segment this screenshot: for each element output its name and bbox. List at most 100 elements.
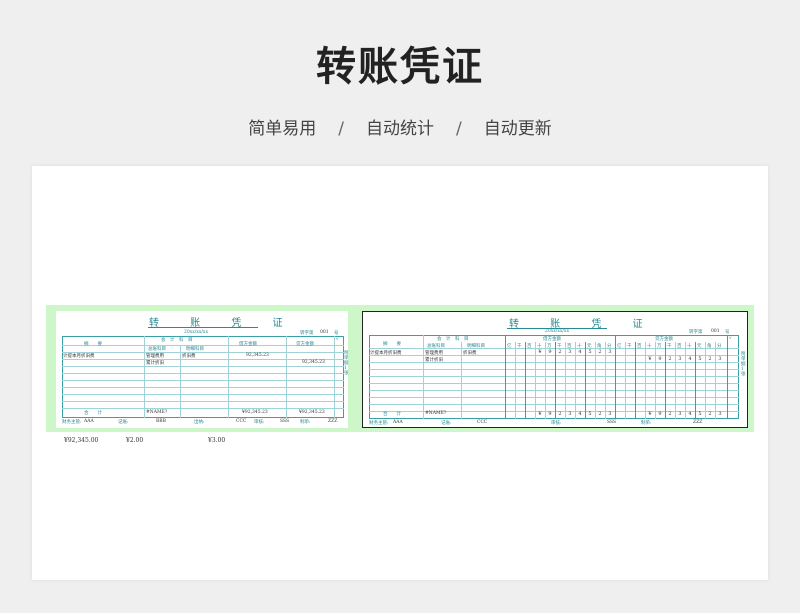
digit-header: 百 [527,344,532,349]
digit-column-line [695,342,696,419]
sign-cashier-label: 出纳: [194,420,205,425]
amount-digit: 3 [718,356,722,362]
total-words: #NAME? [146,410,168,415]
sign-maker: ZZZ [693,420,703,425]
total-debit: ¥92,345.23 [242,410,268,415]
voucher-grid: 转 账 凭 证 20xx/xx/xx 转字第 001 号 摘 要 会 计 科 目… [362,311,748,428]
total-words: #NAME? [425,411,447,416]
sign-supervisor: AAA [393,420,403,425]
voucher-date: 20xx/xx/xx [184,330,208,335]
feature-list: 简单易用 / 自动统计 / 自动更新 [0,114,800,139]
sign-bookkeeper-label: 记账: [118,420,129,425]
digit-header: 十 [687,344,692,349]
digit-column-line [635,342,636,419]
digit-header: 亿 [507,344,512,349]
total-label: 合 计 [383,412,401,417]
total-credit: ¥92,345.23 [299,410,325,415]
amount-digit: 3 [608,349,612,355]
sign-maker: ZZZ [328,419,338,424]
digit-column-line [655,342,656,419]
sign-supervisor: AAA [84,419,94,424]
amount-digit: ¥ [538,411,542,417]
amount-digit: 4 [578,411,582,417]
digit-column-line [515,342,516,419]
voucher-number: 001 [711,329,720,334]
below-value-3: ¥3.00 [208,437,226,444]
amount-digit: 3 [568,349,572,355]
amount-digit: 4 [688,411,692,417]
amount-digit: 2 [558,349,562,355]
amount-digit: 5 [698,411,702,417]
voucher-date: 20xx/xx/xx [545,329,569,334]
amount-digit: ¥ [648,356,652,362]
col-credit: 贷方金额 [655,337,673,342]
separator: / [338,119,344,139]
amount-digit: 3 [678,356,682,362]
amount-digit: 5 [588,349,592,355]
row-general-2: 累计折旧 [146,361,164,366]
amount-digit: 2 [558,411,562,417]
amount-digit: ¥ [648,411,652,417]
digit-column-line [715,342,716,419]
below-value-2: ¥2.00 [126,437,144,444]
row-general-2: 累计折旧 [425,358,443,363]
digit-header: 角 [707,344,712,349]
col-check: √ [729,336,732,341]
digit-header: 百 [677,344,682,349]
col-debit: 借方金额 [543,337,561,342]
sign-bookkeeper-label: 记账: [441,421,452,426]
sign-bookkeeper: BBB [156,419,166,424]
digit-header: 千 [627,344,632,349]
digit-header: 十 [647,344,652,349]
sign-bookkeeper: CCC [477,420,488,425]
sign-maker-label: 制单: [300,420,311,425]
row-detail-1: 折旧费 [463,351,477,356]
digit-header: 千 [517,344,522,349]
amount-digit: 4 [578,349,582,355]
voucher-simple: 转 账 凭 证 20xx/xx/xx 转字第 001 号 摘 要 会 计 科 目… [56,311,349,428]
row-summary: 计提本月折旧费 [63,354,95,359]
row-credit: 92,345.23 [302,360,325,365]
digit-column-line [675,342,676,419]
amount-digit: 3 [568,411,572,417]
sign-auditor: SSS [280,419,290,424]
col-general-account: 总账科目 [148,347,166,352]
amount-digit: 2 [708,356,712,362]
digit-column-line [705,342,706,419]
digit-header: 千 [667,344,672,349]
sign-supervisor-label: 财务主管: [62,420,82,425]
col-account: 会 计 科 目 [437,337,469,342]
sign-cashier: CCC [236,419,247,424]
amount-digit: 3 [678,411,682,417]
digit-column-line [685,342,686,419]
col-detail-account: 明细科目 [467,344,485,349]
feature-auto-update: 自动更新 [483,119,552,139]
digit-header: 亿 [617,344,622,349]
amount-digit: 9 [658,356,662,362]
voucher-number: 001 [320,330,329,335]
feature-easy: 简单易用 [248,119,317,139]
digit-header: 元 [697,344,702,349]
below-amount: ¥92,345.00 [64,437,99,444]
amount-digit: 2 [708,411,712,417]
col-general-account: 总账科目 [427,344,445,349]
digit-column-line [525,342,526,419]
amount-digit: 3 [608,411,612,417]
row-detail-1: 折旧费 [182,354,196,359]
sign-auditor-label: 审核: [254,420,265,425]
amount-digit: 2 [598,349,602,355]
digit-column-line [645,342,646,419]
amount-digit: 2 [668,356,672,362]
amount-digit: 5 [698,356,702,362]
sign-auditor-label: 审核: [551,421,562,426]
col-detail-account: 明细科目 [186,347,204,352]
digit-header: 分 [717,344,722,349]
digit-column-line [625,342,626,419]
row-debit: 92,345.23 [246,353,269,358]
separator: / [456,119,462,139]
col-credit: 贷方金额 [296,342,314,347]
col-account: 会 计 科 目 [161,338,193,343]
amount-digit: 9 [658,411,662,417]
digit-header: 万 [657,344,662,349]
amount-digit: 3 [718,411,722,417]
